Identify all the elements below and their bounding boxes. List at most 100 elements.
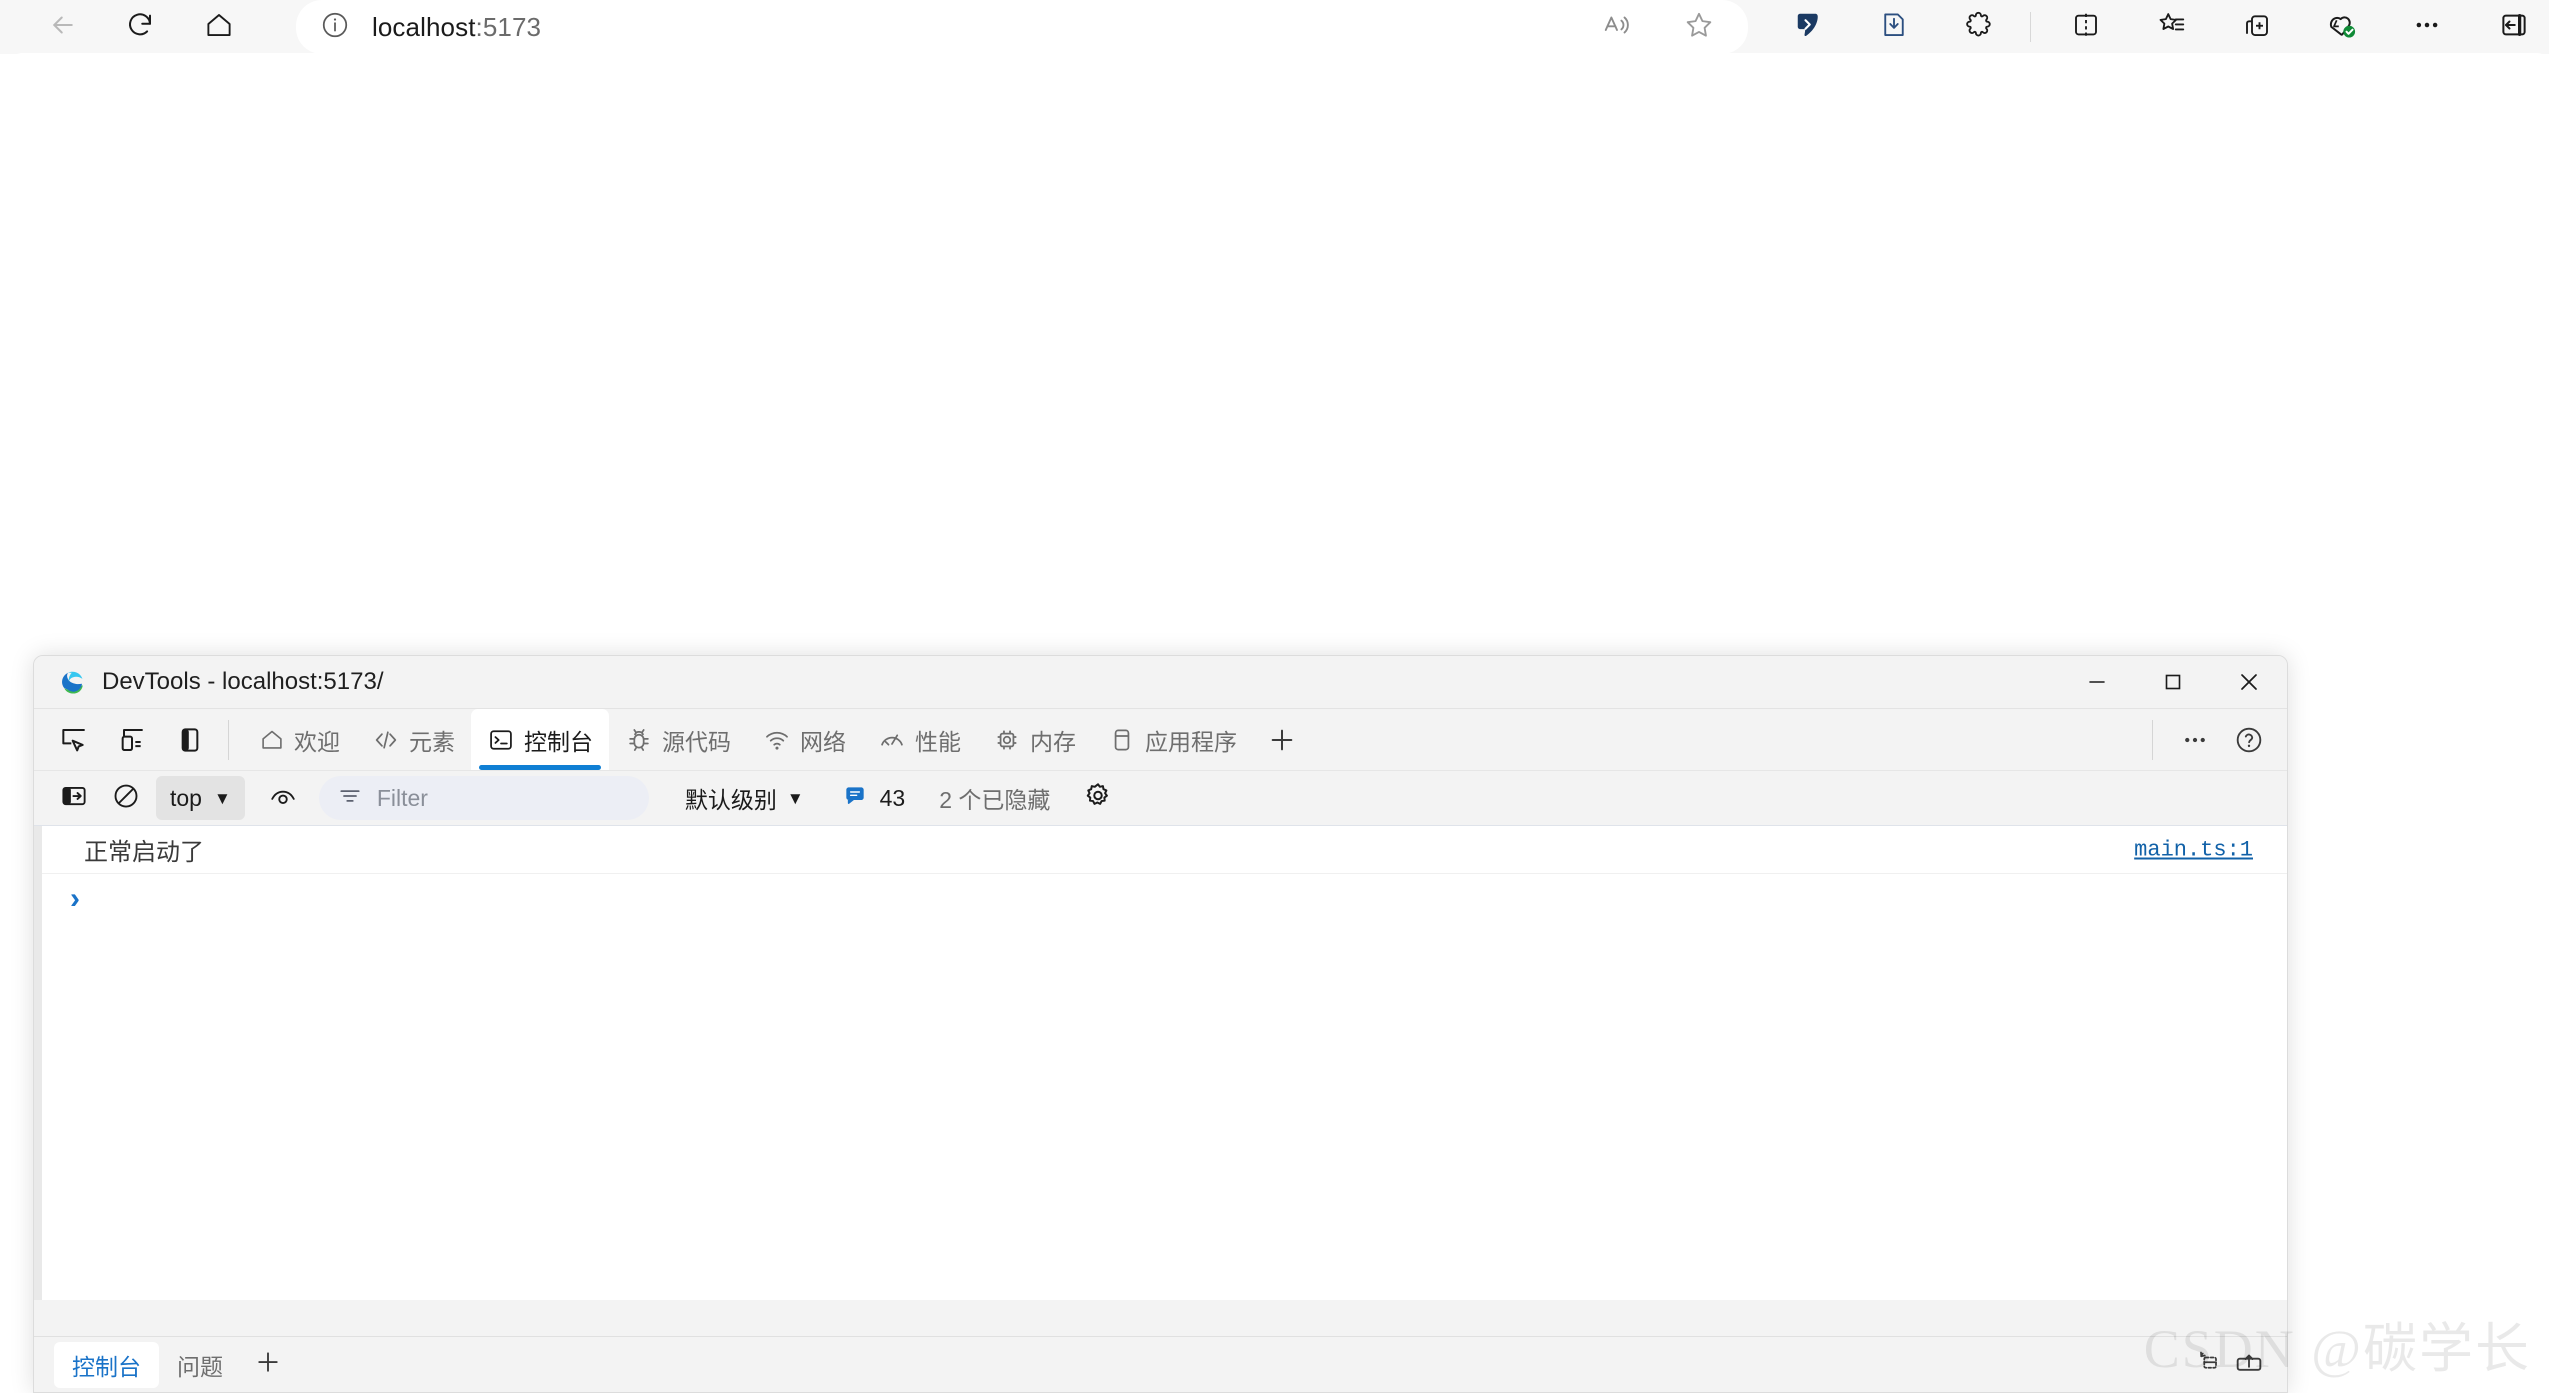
- add-tool-button[interactable]: [1253, 709, 1311, 770]
- tab-memory[interactable]: 内存: [977, 709, 1092, 770]
- clear-console-icon: [111, 781, 141, 816]
- split-screen-button[interactable]: [2062, 3, 2110, 51]
- devtools-help-button[interactable]: [2225, 716, 2273, 764]
- home-icon: [204, 10, 234, 45]
- console-level-selector[interactable]: 默认级别 ▼: [677, 776, 812, 820]
- devtools-titlebar[interactable]: DevTools - localhost:5173/: [34, 656, 2287, 708]
- tab-performance[interactable]: 性能: [862, 709, 977, 770]
- url-text: localhost:5173: [372, 12, 541, 43]
- profile-button[interactable]: [2318, 3, 2366, 51]
- info-circle-icon[interactable]: [320, 10, 350, 45]
- gauge-icon: [878, 726, 906, 754]
- drawer-add-tab-button[interactable]: [241, 1342, 295, 1388]
- console-sidebar-toggle-button[interactable]: [52, 776, 96, 820]
- favorite-star-icon: [1683, 9, 1715, 46]
- toolbar-divider: [2030, 12, 2031, 42]
- eye-icon: [268, 781, 298, 816]
- tab-label: 欢迎: [294, 728, 340, 755]
- console-icon: [487, 726, 515, 754]
- console-filter-input[interactable]: Filter: [318, 776, 649, 820]
- tab-application[interactable]: 应用程序: [1092, 709, 1253, 770]
- collections-button[interactable]: [2148, 3, 2196, 51]
- tab-label: 源代码: [662, 728, 731, 755]
- ellipsis-icon: [2412, 10, 2442, 45]
- chevron-down-icon: ▼: [786, 788, 804, 808]
- wifi-icon: [763, 726, 791, 754]
- console-filter-placeholder: Filter: [376, 784, 428, 811]
- tab-label: 性能: [915, 728, 961, 755]
- tab-label: 内存: [1030, 728, 1076, 755]
- console-prompt-chevron-icon: ›: [70, 882, 80, 915]
- filter-icon: [337, 783, 363, 814]
- browser-reload-button[interactable]: [117, 4, 163, 50]
- device-emulation-icon[interactable]: [108, 716, 156, 764]
- drawer-tab-issues[interactable]: 问题: [159, 1342, 241, 1388]
- console-message-count-value: 43: [879, 784, 906, 811]
- url-host: localhost: [372, 11, 476, 42]
- address-bar[interactable]: localhost:5173: [296, 0, 1748, 54]
- extensions-icon: [1964, 10, 1994, 45]
- console-message-count[interactable]: 43 2 个已隐藏: [842, 781, 1050, 815]
- console-output-area[interactable]: 正常启动了 main.ts:1 ›: [34, 826, 2287, 1300]
- window-close-button[interactable]: [2211, 656, 2287, 708]
- inspect-element-icon[interactable]: [50, 716, 98, 764]
- browser-back-button[interactable]: [40, 4, 86, 50]
- console-message-row[interactable]: 正常启动了 main.ts:1: [42, 826, 2287, 874]
- browser-essentials-button[interactable]: [2233, 3, 2281, 51]
- window-maximize-button[interactable]: [2135, 656, 2211, 708]
- application-icon: [1108, 726, 1136, 754]
- drawer-right-tools: [2191, 1346, 2287, 1383]
- chevron-down-icon: ▼: [213, 788, 231, 808]
- console-prompt-row[interactable]: ›: [42, 874, 2287, 924]
- drawer-tab-console[interactable]: 控制台: [54, 1341, 159, 1388]
- profile-icon: [2326, 9, 2358, 46]
- tab-network[interactable]: 网络: [747, 709, 862, 770]
- extensions-button[interactable]: [1955, 3, 2003, 51]
- copilot-button[interactable]: [1785, 3, 1833, 51]
- tab-label: 网络: [800, 728, 846, 755]
- console-settings-button[interactable]: [1076, 776, 1120, 820]
- add-favorite-button[interactable]: [1675, 3, 1723, 51]
- devtools-tabbar: 欢迎 元素 控制台 源代码 网络 性能 内存 应用程序: [34, 708, 2287, 770]
- live-expression-button[interactable]: [261, 776, 305, 820]
- tabbar-right-divider: [2152, 719, 2153, 760]
- tabbar-divider: [228, 719, 229, 760]
- console-message-source-link[interactable]: main.ts:1: [2134, 837, 2253, 862]
- devtools-window-title: DevTools - localhost:5173/: [102, 668, 384, 695]
- tab-elements[interactable]: 元素: [356, 709, 471, 770]
- console-context-selector[interactable]: top ▼: [156, 776, 245, 820]
- browser-home-button[interactable]: [196, 4, 242, 50]
- sidebar-toggle-button[interactable]: [2490, 3, 2538, 51]
- tab-label: 应用程序: [1145, 728, 1237, 755]
- issues-refresh-icon[interactable]: [2191, 1347, 2221, 1382]
- screenshot-upload-icon[interactable]: [2233, 1346, 2265, 1383]
- tab-welcome[interactable]: 欢迎: [243, 709, 356, 770]
- devtools-more-options-button[interactable]: [2171, 716, 2219, 764]
- edge-logo-icon: [56, 667, 86, 697]
- copilot-icon: [1794, 10, 1824, 45]
- gear-icon: [1082, 780, 1114, 817]
- tab-sources[interactable]: 源代码: [609, 709, 747, 770]
- console-toolbar: top ▼ Filter 默认级别 ▼ 43 2 个已隐藏: [34, 770, 2287, 826]
- plus-icon: [253, 1347, 283, 1382]
- read-aloud-button[interactable]: [1593, 3, 1641, 51]
- clear-console-button[interactable]: [104, 776, 148, 820]
- dock-side-icon[interactable]: [166, 716, 214, 764]
- arrow-left-icon: [48, 10, 78, 45]
- split-screen-icon: [2071, 10, 2101, 45]
- devtools-inspect-tools: [34, 709, 214, 770]
- console-sidebar-icon: [59, 781, 89, 816]
- console-message-text: 正常启动了: [84, 838, 204, 866]
- tab-console[interactable]: 控制台: [471, 709, 609, 770]
- tab-label: 控制台: [524, 728, 593, 755]
- read-aloud-icon: [1602, 10, 1632, 45]
- browser-chrome: localhost:5173: [0, 0, 2549, 54]
- home-icon: [259, 727, 285, 753]
- settings-and-more-button[interactable]: [2403, 3, 2451, 51]
- window-minimize-button[interactable]: [2059, 656, 2135, 708]
- devtools-tab-list: 欢迎 元素 控制台 源代码 网络 性能 内存 应用程序: [243, 709, 1311, 770]
- tab-label: 元素: [409, 728, 455, 755]
- devtools-tabbar-actions: [2152, 709, 2287, 770]
- console-level-value: 默认级别: [684, 787, 777, 813]
- downloads-button[interactable]: [1870, 3, 1918, 51]
